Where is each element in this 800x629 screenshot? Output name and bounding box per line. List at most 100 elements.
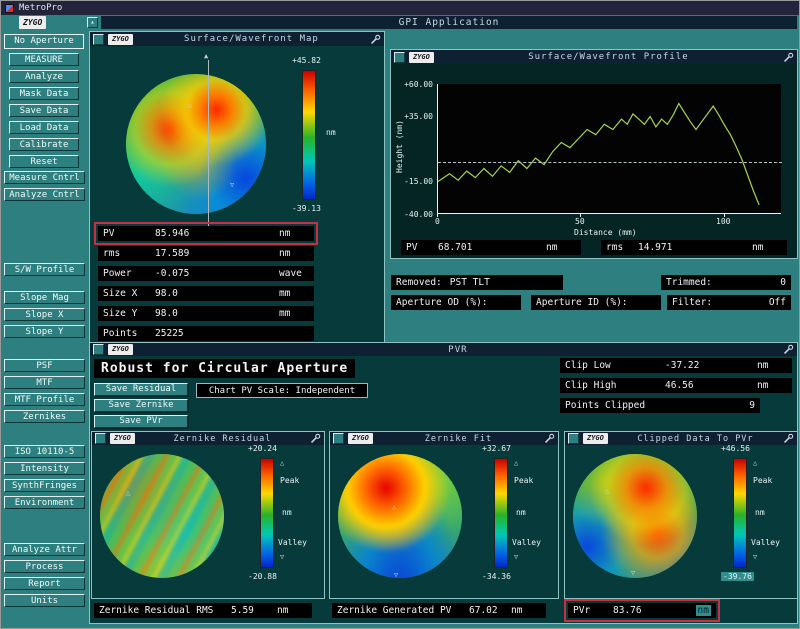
sidebar-item-measure-cntrl[interactable]: Measure Cntrl — [4, 171, 85, 184]
save-residual-button[interactable]: Save Residual — [94, 383, 188, 396]
colorbar-peak: Peak — [280, 476, 300, 485]
zygo-logo: ZYGO — [19, 16, 47, 29]
sidebar-item-reset[interactable]: Reset — [9, 155, 79, 168]
sidebar-item-slope-x[interactable]: Slope X — [4, 308, 85, 321]
sidebar-item-psf[interactable]: PSF — [4, 359, 85, 372]
window-titlebar[interactable]: ZYGO Zernike Fit — [330, 432, 558, 445]
colorbar-valley: Valley — [512, 538, 541, 547]
peak-arrow-icon[interactable]: △ — [280, 460, 284, 467]
peak-arrow-icon[interactable]: △ — [514, 460, 518, 467]
zygo-logo: ZYGO — [108, 33, 133, 45]
wrench-icon[interactable] — [310, 433, 321, 444]
clip-high-field: Clip High 46.56 nm — [560, 378, 792, 393]
sidebar-item-synthfringes[interactable]: SynthFringes — [4, 479, 85, 492]
zygo-logo: ZYGO — [348, 433, 373, 444]
profile-plot[interactable] — [437, 84, 782, 214]
sidebar-item-environment[interactable]: Environment — [4, 496, 85, 509]
wrench-icon[interactable] — [783, 433, 794, 444]
aperture-selector[interactable]: No Aperture — [4, 34, 84, 49]
sidebar-item-sw-profile[interactable]: S/W Profile — [4, 263, 85, 276]
wrench-icon[interactable] — [783, 344, 794, 355]
valley-arrow-icon[interactable]: ▽ — [753, 554, 757, 561]
wrench-icon[interactable] — [783, 52, 794, 63]
window-menu-icon[interactable] — [93, 344, 104, 355]
zernike-residual-heatmap — [100, 454, 224, 578]
chart-pv-scale-field[interactable]: Chart PV Scale: Independent — [196, 383, 368, 398]
colorbar-max: +32.67 — [482, 444, 511, 453]
sidebar-item-units[interactable]: Units — [4, 594, 85, 607]
valley-arrow-icon[interactable]: ▽ — [514, 554, 518, 561]
sidebar-item-analyze[interactable]: Analyze — [9, 70, 79, 83]
app-title: GPI Application — [101, 16, 797, 29]
wrench-icon[interactable] — [544, 433, 555, 444]
window-menu-icon[interactable] — [333, 433, 344, 444]
sidebar-item-mask-data[interactable]: Mask Data — [9, 87, 79, 100]
peak-marker-icon: △ — [188, 101, 193, 109]
window-menu-icon[interactable] — [394, 51, 405, 63]
save-zernike-button[interactable]: Save Zernike — [94, 399, 188, 412]
aperture-od-field[interactable]: Aperture OD (%): — [391, 295, 521, 310]
trimmed-field: Trimmed: 0 — [661, 275, 791, 290]
peak-marker-icon: △ — [392, 503, 397, 511]
window-menu-icon[interactable] — [95, 433, 106, 444]
sidebar-item-save-data[interactable]: Save Data — [9, 104, 79, 117]
profile-stat-pv: PV 68.701 nm — [401, 240, 581, 255]
sidebar-item-mtf-profile[interactable]: MTF Profile — [4, 393, 85, 406]
sidebar-item-slope-mag[interactable]: Slope Mag — [4, 291, 85, 304]
sidebar-item-process[interactable]: Process — [4, 560, 85, 573]
sidebar-item-calibrate[interactable]: Calibrate — [9, 138, 79, 151]
sidebar: No Aperture MEASURE Analyze Mask Data Sa… — [1, 30, 88, 628]
sidebar-item-slope-y[interactable]: Slope Y — [4, 325, 85, 338]
colorbar-peak: Peak — [514, 476, 534, 485]
sidebar-item-intensity[interactable]: Intensity — [4, 462, 85, 475]
stat-size-y: Size Y 98.0 mm — [98, 306, 314, 321]
window-titlebar[interactable]: ZYGO Zernike Residual — [92, 432, 324, 445]
sidebar-item-iso-10110-5[interactable]: ISO 10110-5 — [4, 445, 85, 458]
colorbar-unit: nm — [282, 508, 292, 517]
window-titlebar[interactable]: ZYGO PVR — [90, 343, 797, 356]
valley-arrow-icon[interactable]: ▽ — [280, 554, 284, 561]
pvr-heading: Robust for Circular Aperture — [94, 359, 356, 378]
colorbar-min: -20.88 — [248, 572, 277, 581]
surface-wavefront-map-window: ZYGO Surface/Wavefront Map ▲ ▼ △ ▽ +45.8… — [89, 31, 385, 343]
peak-arrow-icon[interactable]: △ — [753, 460, 757, 467]
clip-low-field: Clip Low -37.22 nm — [560, 358, 792, 373]
window-menu-icon[interactable] — [568, 433, 579, 444]
window-title: Zernike Residual — [173, 433, 272, 444]
metropro-window: MetroPro ZYGO ▴ GPI Application No Apert… — [0, 0, 800, 629]
filter-field[interactable]: Filter: Off — [667, 295, 791, 310]
x-tick: 50 — [575, 217, 585, 226]
removed-field[interactable]: Removed: PST TLT — [391, 275, 563, 290]
colorbar-unit: nm — [326, 128, 336, 137]
colorbar-min: -39.76 — [721, 572, 754, 581]
window-titlebar[interactable]: ZYGO Surface/Wavefront Profile — [391, 50, 797, 64]
stat-power: Power -0.075 wave — [98, 266, 314, 281]
window-menu-icon[interactable]: ▴ — [87, 17, 98, 28]
sidebar-item-report[interactable]: Report — [4, 577, 85, 590]
y-tick: +35.00 — [404, 112, 433, 121]
save-pvr-button[interactable]: Save PVr — [94, 415, 188, 428]
colorbar-valley: Valley — [278, 538, 307, 547]
aperture-id-field[interactable]: Aperture ID (%): — [531, 295, 661, 310]
surface-map-heatmap[interactable] — [126, 74, 266, 214]
zero-line — [438, 162, 782, 163]
wrench-icon[interactable] — [370, 34, 381, 45]
zernike-residual-window: ZYGO Zernike Residual △ +20.24 △ Peak nm… — [91, 431, 325, 599]
window-titlebar[interactable]: ZYGO Clipped Data To PVr — [565, 432, 797, 445]
profile-slice-line[interactable] — [208, 60, 209, 228]
sidebar-item-measure[interactable]: MEASURE — [9, 53, 79, 66]
sidebar-item-analyze-attr[interactable]: Analyze Attr — [4, 543, 85, 556]
sidebar-item-zernikes[interactable]: Zernikes — [4, 410, 85, 423]
window-menu-icon[interactable] — [93, 33, 104, 45]
sidebar-item-analyze-cntrl[interactable]: Analyze Cntrl — [4, 188, 85, 201]
pvr-window: ZYGO PVR Robust for Circular Aperture Sa… — [89, 342, 798, 624]
zygo-logo: ZYGO — [583, 433, 608, 444]
sidebar-item-load-data[interactable]: Load Data — [9, 121, 79, 134]
y-tick: +60.00 — [404, 80, 433, 89]
sidebar-item-mtf[interactable]: MTF — [4, 376, 85, 389]
stat-rms: rms 17.589 nm — [98, 246, 314, 261]
os-titlebar[interactable]: MetroPro — [1, 1, 799, 15]
colorbar-valley: Valley — [751, 538, 780, 547]
valley-marker-icon: ▽ — [230, 181, 235, 189]
window-titlebar[interactable]: ZYGO Surface/Wavefront Map — [90, 32, 384, 46]
